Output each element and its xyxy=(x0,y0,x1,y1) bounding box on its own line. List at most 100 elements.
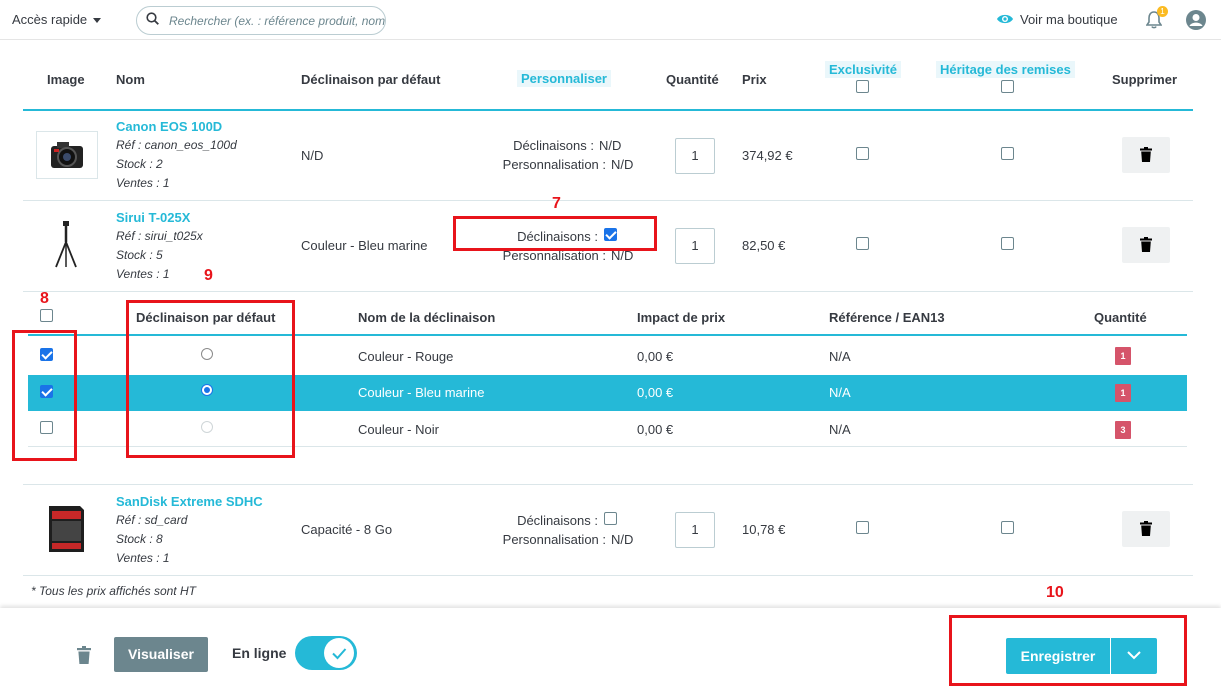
product-info: Réf : canon_eos_100d Stock : 2 Ventes : … xyxy=(116,136,237,193)
discount-inheritance-checkbox[interactable] xyxy=(1001,237,1014,250)
row-divider xyxy=(23,291,1193,292)
annotation-number-10: 10 xyxy=(1046,584,1064,601)
quick-access-menu[interactable]: Accès rapide xyxy=(12,12,102,27)
camera-icon xyxy=(51,142,83,168)
discount-inheritance-all-checkbox[interactable] xyxy=(1001,80,1014,93)
combination-quantity-badge: 3 xyxy=(1115,421,1131,439)
customization-label: Personnalisation : xyxy=(502,157,606,172)
combination-reference: N/A xyxy=(829,349,851,364)
quantity-input[interactable]: 1 xyxy=(675,228,715,264)
price-value: 374,92 € xyxy=(742,148,793,163)
product-sales: Ventes : 1 xyxy=(116,176,170,190)
user-avatar-icon[interactable] xyxy=(1186,10,1206,30)
combinations-label: Déclinaisons : xyxy=(517,513,598,528)
product-name-link[interactable]: Sirui T-025X xyxy=(116,210,190,225)
price-value: 10,78 € xyxy=(742,522,786,537)
header-discount-inheritance[interactable]: Héritage des remises xyxy=(936,61,1075,78)
search-input[interactable]: Rechercher (ex. : référence produit, nom xyxy=(136,6,386,35)
product-sales: Ventes : 1 xyxy=(116,267,170,281)
header-quantity: Quantité xyxy=(666,72,719,87)
preview-button[interactable]: Visualiser xyxy=(114,637,208,672)
exclusivity-checkbox[interactable] xyxy=(856,147,869,160)
exclusivity-all-checkbox[interactable] xyxy=(856,80,869,93)
delete-button[interactable] xyxy=(1122,511,1170,547)
product-ref: Réf : sirui_t025x xyxy=(116,229,203,243)
header-default-combination: Déclinaison par défaut xyxy=(301,72,441,87)
discount-inheritance-checkbox[interactable] xyxy=(1001,147,1014,160)
sd-card-icon xyxy=(49,506,84,552)
exclusivity-checkbox[interactable] xyxy=(856,521,869,534)
trash-icon xyxy=(1140,521,1152,536)
header-customize[interactable]: Personnaliser xyxy=(517,70,611,87)
trash-icon xyxy=(1140,147,1152,162)
header-combination-name: Nom de la déclinaison xyxy=(358,310,496,325)
combination-reference: N/A xyxy=(829,422,851,437)
quick-access-label: Accès rapide xyxy=(12,12,88,27)
online-label: En ligne xyxy=(232,645,287,661)
customization-value: N/D xyxy=(611,157,634,172)
toggle-knob xyxy=(324,638,354,668)
annotation-box-9 xyxy=(126,300,295,458)
top-bar: Accès rapide Rechercher (ex. : référence… xyxy=(0,0,1221,40)
combination-quantity-badge: 1 xyxy=(1115,347,1131,365)
price-value: 82,50 € xyxy=(742,238,786,253)
view-shop-link[interactable]: Voir ma boutique xyxy=(996,12,1118,27)
product-info: Réf : sd_card Stock : 8 Ventes : 1 xyxy=(116,511,187,568)
discount-inheritance-checkbox[interactable] xyxy=(1001,521,1014,534)
tripod-icon xyxy=(55,221,77,268)
quantity-input[interactable]: 1 xyxy=(675,138,715,174)
delete-button[interactable] xyxy=(1122,227,1170,263)
header-price: Prix xyxy=(742,72,767,87)
search-placeholder: Rechercher (ex. : référence produit, nom xyxy=(169,14,386,28)
combination-name: Couleur - Noir xyxy=(358,422,439,437)
product-name-link[interactable]: SanDisk Extreme SDHC xyxy=(116,494,263,509)
combinations-select-all-checkbox[interactable] xyxy=(40,309,53,322)
trash-icon xyxy=(1140,237,1152,252)
annotation-number-8: 8 xyxy=(40,290,49,307)
exclusivity-checkbox[interactable] xyxy=(856,237,869,250)
product-image xyxy=(36,131,98,179)
combination-name: Couleur - Bleu marine xyxy=(358,385,485,400)
view-shop-label: Voir ma boutique xyxy=(1020,12,1118,27)
row-divider xyxy=(23,484,1193,485)
product-stock: Stock : 8 xyxy=(116,532,163,546)
combinations-checkbox[interactable] xyxy=(604,512,617,525)
default-combination-value: Couleur - Bleu marine xyxy=(301,238,428,253)
product-name-link[interactable]: Canon EOS 100D xyxy=(116,119,222,134)
combination-price-impact: 0,00 € xyxy=(637,349,674,364)
trash-icon[interactable] xyxy=(77,646,91,664)
header-reference: Référence / EAN13 xyxy=(829,310,945,325)
check-icon xyxy=(332,648,347,660)
customization-value: N/D xyxy=(611,532,634,547)
row-divider xyxy=(23,200,1193,201)
customization-label: Personnalisation : xyxy=(502,532,606,547)
combination-reference: N/A xyxy=(829,385,851,400)
row-divider xyxy=(23,575,1193,576)
annotation-number-7: 7 xyxy=(552,195,561,212)
product-image xyxy=(36,505,98,553)
combinations-value: N/D xyxy=(599,138,622,153)
header-image: Image xyxy=(47,72,85,87)
header-divider xyxy=(23,109,1193,111)
product-sales: Ventes : 1 xyxy=(116,551,170,565)
product-image xyxy=(36,220,98,268)
delete-button[interactable] xyxy=(1122,137,1170,173)
online-toggle[interactable] xyxy=(295,636,357,670)
combination-price-impact: 0,00 € xyxy=(637,385,674,400)
notification-badge: 1 xyxy=(1157,6,1168,17)
combination-quantity-badge: 1 xyxy=(1115,384,1131,402)
header-delete: Supprimer xyxy=(1112,72,1178,87)
combinations-label: Déclinaisons : xyxy=(513,138,594,153)
annotation-box-10 xyxy=(949,615,1187,686)
header-exclusivity[interactable]: Exclusivité xyxy=(825,61,901,78)
product-ref: Réf : sd_card xyxy=(116,513,188,527)
caret-down-icon xyxy=(93,18,102,24)
product-stock: Stock : 2 xyxy=(116,157,163,171)
header-combination-quantity: Quantité xyxy=(1094,310,1147,325)
product-stock: Stock : 5 xyxy=(116,248,163,262)
default-combination-value: Capacité - 8 Go xyxy=(301,522,393,537)
search-icon xyxy=(146,12,159,25)
prices-footnote: * Tous les prix affichés sont HT xyxy=(31,584,196,598)
header-name: Nom xyxy=(116,72,145,87)
quantity-input[interactable]: 1 xyxy=(675,512,715,548)
